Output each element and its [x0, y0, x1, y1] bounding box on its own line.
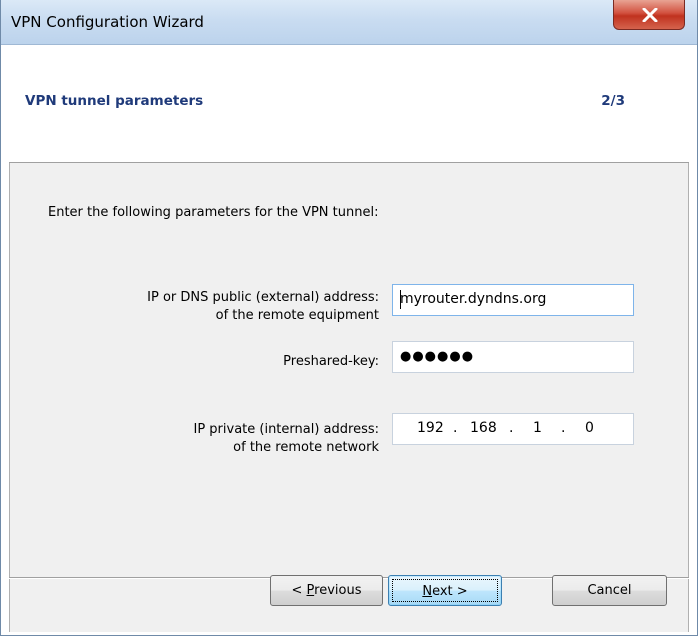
previous-prefix: < — [291, 583, 307, 598]
step-title: VPN tunnel parameters — [25, 93, 204, 109]
public-address-label-line1: IP or DNS public (external) address: — [147, 290, 379, 305]
previous-mnemonic: P — [306, 583, 315, 598]
ip-octet-2[interactable]: 168 — [470, 420, 497, 436]
step-counter: 2/3 — [601, 93, 625, 109]
ip-separator: . — [453, 420, 458, 436]
private-address-label: IP private (internal) address: of the re… — [193, 421, 379, 457]
previous-rest: revious — [314, 583, 362, 598]
window-title: VPN Configuration Wizard — [11, 13, 204, 31]
previous-button[interactable]: < Previous — [270, 575, 383, 606]
ip-separator: . — [509, 420, 514, 436]
next-rest: ext > — [432, 584, 468, 599]
focus-rect: Next > — [392, 579, 498, 602]
ip-separator: . — [561, 420, 566, 436]
public-address-label-line2: of the remote equipment — [215, 308, 379, 323]
cancel-button[interactable]: Cancel — [552, 575, 667, 606]
private-address-label-line2: of the remote network — [233, 440, 379, 455]
public-address-input[interactable]: myrouter.dyndns.org — [392, 284, 634, 316]
wizard-header: VPN tunnel parameters 2/3 — [9, 45, 689, 163]
preshared-key-input[interactable]: ●●●●●● — [392, 341, 634, 373]
preshared-key-label: Preshared-key: — [283, 354, 379, 369]
public-address-label: IP or DNS public (external) address: of … — [147, 289, 379, 325]
ip-address-input[interactable]: 192 . 168 . 1 . 0 — [392, 413, 634, 445]
next-button[interactable]: Next > — [388, 575, 502, 606]
next-mnemonic: N — [422, 584, 433, 599]
close-x-icon — [642, 8, 658, 22]
wizard-body — [9, 163, 689, 632]
wizard-window: VPN Configuration Wizard VPN tunnel para… — [0, 0, 698, 636]
preshared-key-value: ●●●●●● — [400, 349, 475, 364]
ip-octet-4[interactable]: 0 — [585, 420, 594, 436]
private-address-label-line1: IP private (internal) address: — [193, 422, 379, 437]
ip-octet-1[interactable]: 192 — [417, 420, 444, 436]
close-button[interactable] — [613, 0, 685, 30]
intro-text: Enter the following parameters for the V… — [48, 205, 379, 220]
ip-octet-3[interactable]: 1 — [533, 420, 542, 436]
title-bar[interactable]: VPN Configuration Wizard — [1, 0, 697, 45]
public-address-value: myrouter.dyndns.org — [400, 291, 547, 307]
